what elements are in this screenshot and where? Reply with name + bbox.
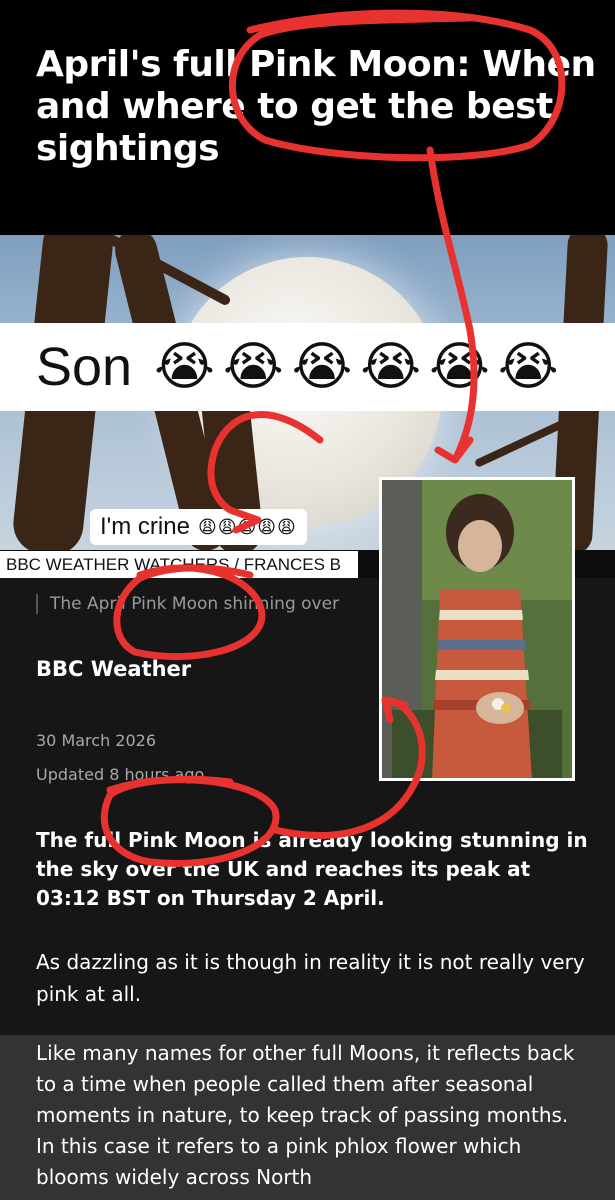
son-caption-banner: Son 😭😭😭😭😭😭: [0, 323, 615, 411]
image-credit: BBC WEATHER WATCHERS / FRANCES B: [0, 551, 358, 578]
image-caption: The April Pink Moon shinning over: [36, 594, 339, 614]
headline-area: April's full Pink Moon: When and where t…: [0, 0, 615, 235]
crine-sticker: I'm crine 😩😩😩😩😩: [90, 509, 307, 545]
updated-time: Updated 8 hours ago: [36, 765, 205, 784]
weary-emoji-icon: 😩😩😩😩😩: [197, 516, 297, 538]
publish-date: 30 March 2026: [36, 731, 157, 750]
article-headline: April's full Pink Moon: When and where t…: [36, 44, 596, 169]
article-paragraph-2: Like many names for other full Moons, it…: [36, 1041, 575, 1189]
article-lead: The full Pink Moon is already looking st…: [36, 828, 588, 910]
inset-photo-drawing: [382, 480, 572, 778]
crying-emoji-icon: 😭😭😭😭😭😭: [154, 337, 567, 397]
crine-text: I'm crine: [100, 513, 190, 540]
article-paragraph-1: As dazzling as it is though in reality i…: [36, 950, 585, 1006]
inset-photo: [379, 477, 575, 781]
author-name[interactable]: BBC Weather: [36, 657, 191, 681]
son-text: Son: [36, 337, 133, 397]
